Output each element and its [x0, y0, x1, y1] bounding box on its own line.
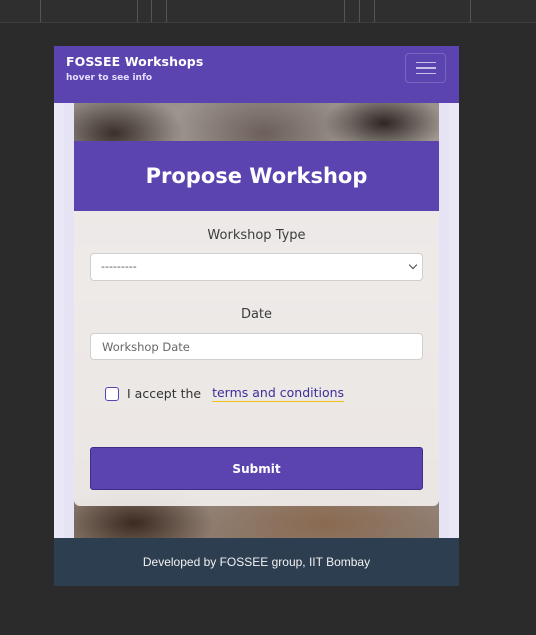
toolbar-divider	[166, 0, 167, 22]
toolbar-divider	[137, 0, 138, 22]
brand-subtitle: hover to see info	[66, 73, 153, 83]
devtools-toolbar	[0, 0, 536, 23]
submit-button[interactable]: Submit	[90, 447, 423, 490]
page-viewport: FOSSEE Workshops hover to see info Propo…	[54, 46, 459, 586]
workshop-type-select[interactable]: ---------	[90, 253, 423, 281]
workshop-type-value: ---------	[101, 260, 137, 273]
toolbar-divider	[374, 0, 375, 22]
toolbar-divider	[344, 0, 345, 22]
navbar: FOSSEE Workshops hover to see info	[54, 46, 459, 103]
chevron-down-icon	[408, 260, 418, 270]
footer: Developed by FOSSEE group, IIT Bombay	[54, 538, 459, 586]
date-label: Date	[240, 307, 273, 322]
propose-workshop-card: Propose Workshop Workshop Type ---------…	[74, 141, 439, 506]
hamburger-line	[415, 61, 436, 64]
workshop-date-placeholder: Workshop Date	[102, 340, 190, 354]
terms-link[interactable]: terms and conditions	[212, 385, 345, 402]
hamburger-line	[415, 72, 436, 75]
hamburger-icon[interactable]	[405, 53, 446, 83]
hamburger-line	[415, 67, 436, 69]
workshop-date-input[interactable]: Workshop Date	[90, 333, 423, 360]
toolbar-divider	[40, 0, 41, 22]
toolbar-divider	[359, 0, 360, 22]
card-header: Propose Workshop	[74, 141, 439, 211]
toolbar-divider	[470, 0, 471, 22]
content-frame-right	[439, 103, 449, 538]
toolbar-divider	[151, 0, 152, 22]
brand-title[interactable]: FOSSEE Workshops	[66, 54, 447, 69]
accept-text: I accept the	[127, 386, 202, 401]
content-frame-left	[64, 103, 74, 538]
terms-checkbox[interactable]	[105, 386, 119, 401]
footer-text: Developed by FOSSEE group, IIT Bombay	[142, 555, 371, 569]
terms-row: I accept the terms and conditions	[105, 385, 345, 402]
workshop-type-label: Workshop Type	[207, 228, 306, 243]
page-title: Propose Workshop	[145, 164, 368, 188]
